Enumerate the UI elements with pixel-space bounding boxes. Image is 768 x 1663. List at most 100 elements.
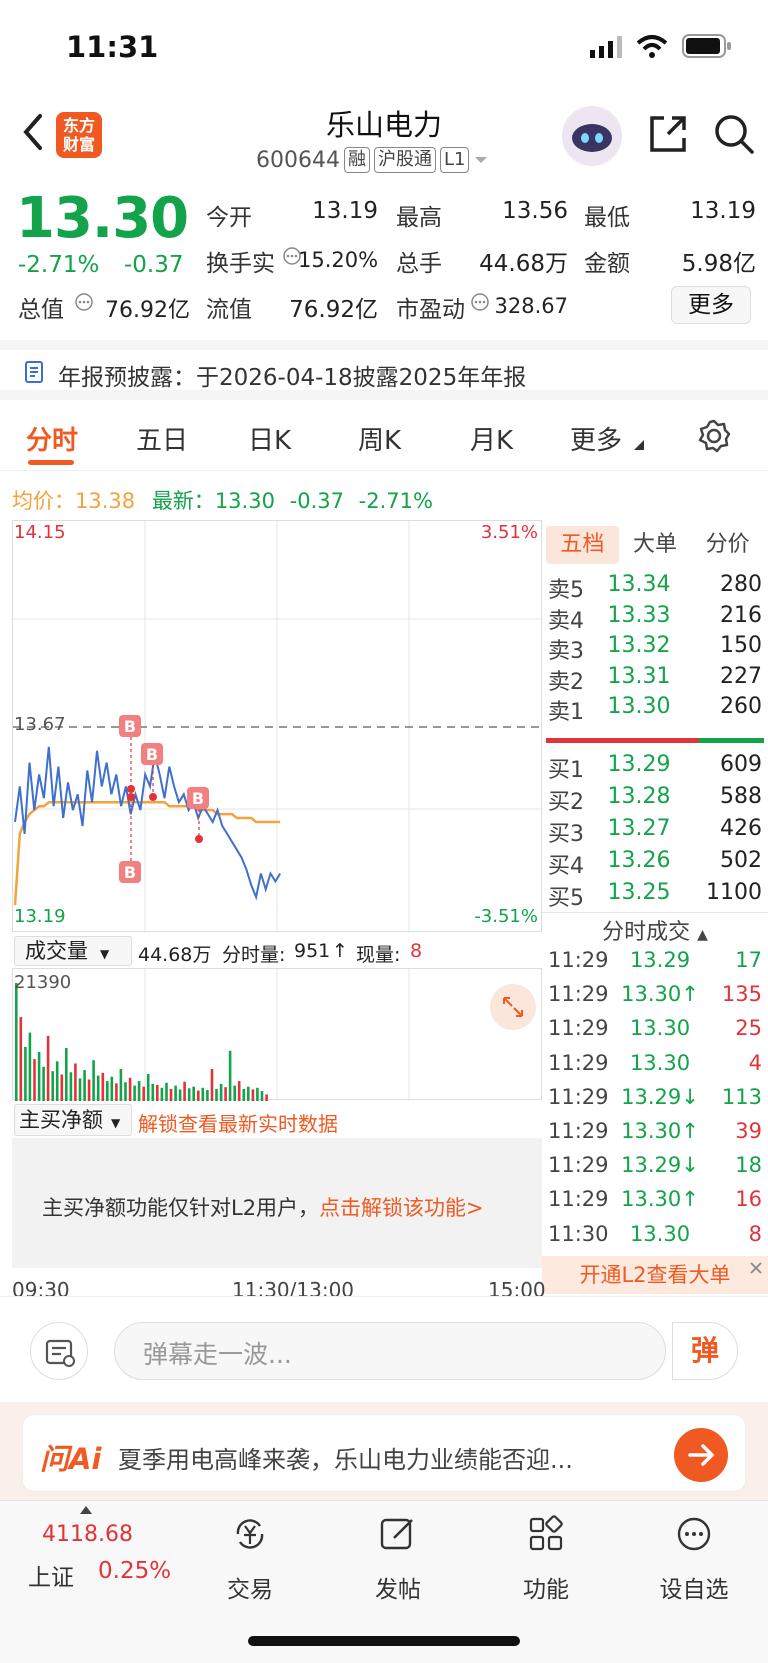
tick-volume: 113 — [721, 1084, 762, 1109]
net-flow-selector[interactable]: 主买净额 ▼ — [14, 1104, 132, 1136]
tab-functions-label: 功能 — [523, 1577, 569, 1603]
search-icon[interactable] — [712, 112, 756, 156]
bid-row: 买3 13.27 426 — [548, 816, 762, 848]
status-time: 11:31 — [66, 30, 159, 64]
volume-bar — [197, 1090, 200, 1101]
tick-price-value: 13.30 — [629, 1050, 691, 1075]
ticks-title[interactable]: 分时成交 ▲ — [542, 914, 768, 946]
volume-bar — [124, 1082, 127, 1101]
tick-price-value: 13.29 — [621, 1084, 682, 1109]
tab-post[interactable]: 发帖 — [348, 1510, 448, 1604]
stat-value-low: 13.19 — [690, 198, 756, 224]
volume-bar — [46, 1035, 50, 1101]
volume-bar — [28, 1032, 32, 1101]
comment-settings-button[interactable] — [30, 1322, 88, 1380]
pct-bottom-label: -3.51% — [474, 906, 538, 927]
stock-code-row[interactable]: 600644 融 沪股通 L1 — [256, 146, 489, 174]
net-flow-unlock-link[interactable]: 点击解锁该功能> — [319, 1196, 484, 1220]
buy-marker-dot — [149, 793, 157, 801]
buy-marker-label: B — [146, 745, 158, 764]
volume-bar — [265, 1094, 268, 1101]
volume-bar — [115, 1083, 118, 1101]
order-book-tabs: 五档 大单 分价 — [546, 526, 764, 564]
tab-more[interactable]: 更多 — [570, 420, 622, 457]
ask-row: 卖3 13.32 150 — [548, 633, 762, 665]
volume-bar — [233, 1085, 236, 1101]
change-amount: -0.37 — [124, 252, 184, 278]
bid-price: 13.28 — [607, 784, 671, 809]
notice-text[interactable]: 年报预披露：于2026-04-18披露2025年年报 — [58, 358, 526, 392]
expand-button[interactable] — [490, 984, 536, 1030]
tab-trade[interactable]: 交易 — [200, 1510, 300, 1604]
volume-bar — [101, 1072, 105, 1101]
ask-price: 13.34 — [607, 572, 671, 597]
close-icon[interactable] — [748, 1260, 764, 1276]
tick-row: 11:29 13.29 17 — [548, 948, 762, 982]
tab-big-orders[interactable]: 大单 — [619, 526, 692, 564]
tick-direction: ↓ — [681, 1153, 699, 1178]
tab-monthly-k[interactable]: 月K — [470, 420, 513, 457]
ai-robot-avatar[interactable] — [562, 106, 622, 166]
price-chart-svg: BBBB — [13, 521, 543, 933]
ai-go-button[interactable] — [674, 1428, 728, 1482]
more-stats-button[interactable]: 更多 — [671, 286, 751, 324]
volume-selector-label: 成交量 — [25, 939, 88, 963]
volume-bar — [83, 1070, 86, 1101]
tick-price-value: 13.29 — [629, 948, 691, 972]
unlock-link[interactable]: 解锁查看最新实时数据 — [138, 1108, 338, 1137]
ai-prompt-text[interactable]: 夏季用电高峰来袭，乐山电力业绩能否迎... — [118, 1440, 648, 1475]
tab-five-levels[interactable]: 五档 — [546, 526, 619, 564]
ask-label: 卖1 — [548, 700, 584, 725]
stat-value-turnover: 15.20% — [298, 248, 379, 272]
stat-value-amount: 5.98亿 — [681, 251, 756, 277]
bid-label: 买5 — [548, 886, 584, 911]
tab-functions[interactable]: 功能 — [496, 1510, 596, 1604]
back-icon[interactable] — [18, 112, 48, 152]
index-pct[interactable]: 0.25% — [98, 1558, 171, 1584]
tab-five-day[interactable]: 五日 — [136, 420, 188, 457]
tick-volume: 18 — [735, 1153, 762, 1178]
tick-volume: 16 — [735, 1187, 762, 1212]
bid-row: 买5 13.25 1100 — [548, 880, 762, 912]
volume-bar — [60, 1074, 64, 1101]
l2-upgrade-banner[interactable]: 开通L2查看大单 — [542, 1256, 768, 1294]
current-volume-label: 现量: — [356, 944, 401, 966]
tab-intraday[interactable]: 分时 — [26, 420, 78, 457]
volume-bar — [237, 1081, 241, 1101]
tick-time: 11:30 — [548, 1221, 609, 1246]
info-icon[interactable] — [470, 292, 490, 312]
volume-bar — [224, 1087, 227, 1101]
index-value[interactable]: 4118.68 — [42, 1522, 133, 1547]
stat-value-volume: 44.68万 — [479, 251, 568, 277]
tick-price: 13.30 — [610, 1222, 710, 1256]
stat-value-pe: 328.67 — [494, 294, 568, 318]
danmu-toggle-button[interactable]: 弹 — [672, 1322, 738, 1380]
tab-weekly-k[interactable]: 周K — [358, 420, 401, 457]
volume-bar — [110, 1076, 114, 1101]
volume-bar — [178, 1089, 182, 1101]
stat-value-float: 76.92亿 — [289, 297, 378, 323]
index-name[interactable]: 上证 — [28, 1558, 74, 1592]
tab-daily-k[interactable]: 日K — [248, 420, 291, 457]
ask-price: 13.33 — [607, 602, 671, 628]
tab-post-label: 发帖 — [375, 1577, 421, 1603]
share-icon[interactable] — [646, 112, 690, 156]
info-icon[interactable] — [74, 292, 94, 312]
volume-chart[interactable] — [12, 968, 542, 1101]
intraday-chart[interactable]: BBBB — [12, 520, 543, 933]
volume-bar — [128, 1077, 132, 1101]
caret-down-icon: ▼ — [111, 1116, 121, 1130]
avg-value: 13.38 — [75, 489, 136, 513]
y-top-label: 14.15 — [14, 522, 66, 543]
volume-selector[interactable]: 成交量 ▼ — [14, 936, 132, 966]
tab-price-dist[interactable]: 分价 — [691, 526, 764, 564]
tab-customize[interactable]: 设自选 — [644, 1510, 744, 1604]
settings-icon[interactable] — [696, 418, 732, 454]
tick-price: 13.30↑ — [610, 1187, 710, 1221]
buy-marker-dot — [195, 835, 203, 843]
volume-bar — [192, 1086, 195, 1101]
tab-indicator — [28, 460, 74, 465]
danmu-input[interactable]: 弹幕走一波... — [114, 1322, 666, 1380]
volume-header: 成交量 ▼ 44.68万 分时量: 951 ↑ 现量: 8 — [14, 934, 542, 968]
tag-connect: 沪股通 — [373, 147, 436, 173]
